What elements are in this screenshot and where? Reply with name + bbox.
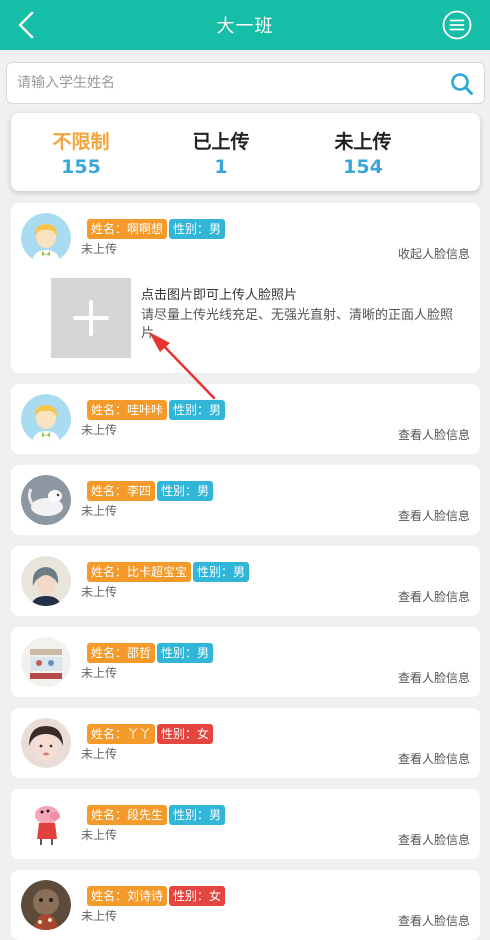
upload-tip: 请尽量上传光线充足、无强光直射、清晰的正面人脸照片 <box>141 308 454 341</box>
search-icon[interactable] <box>450 72 474 96</box>
gender-badge: 性别：男 <box>169 805 226 825</box>
filter-count: 154 <box>343 156 383 178</box>
student-card: 姓名：李四 性别：男 未上传 查看人脸信息 <box>11 465 480 535</box>
view-face-info-link[interactable]: 查看人脸信息 <box>398 750 470 767</box>
filter-not-uploaded[interactable]: 未上传 154 <box>303 127 423 178</box>
filter-label: 不限制 <box>52 131 110 153</box>
upload-status: 未上传 <box>81 585 118 599</box>
gender-badge: 性别：男 <box>157 481 214 501</box>
filter-count: 155 <box>61 156 101 178</box>
student-name-search-input[interactable] <box>17 71 437 95</box>
view-face-info-link[interactable]: 查看人脸信息 <box>398 426 470 443</box>
student-card: 姓名：啊啊想 性别：男 未上传 收起人脸信息 点击图片即可上传人脸照片 请尽量上传… <box>11 203 480 373</box>
student-name-badge: 姓名：李四 <box>87 481 156 501</box>
page-title: 大一班 <box>216 16 274 37</box>
upload-status: 未上传 <box>81 666 118 680</box>
student-card: 姓名：比卡超宝宝 性别：男 未上传 查看人脸信息 <box>11 546 480 616</box>
view-face-info-link[interactable]: 查看人脸信息 <box>398 588 470 605</box>
filter-all[interactable]: 不限制 155 <box>21 127 141 178</box>
view-face-info-link[interactable]: 查看人脸信息 <box>398 912 470 929</box>
student-card: 姓名：丫丫 性别：女 未上传 查看人脸信息 <box>11 708 480 778</box>
student-tags: 姓名：哇咔咔 性别：男 <box>87 399 227 420</box>
view-face-info-link[interactable]: 查看人脸信息 <box>398 669 470 686</box>
student-tags: 姓名：邵哲 性别：男 <box>87 642 215 663</box>
upload-status: 未上传 <box>81 504 118 518</box>
plus-icon <box>73 300 109 336</box>
student-name-badge: 姓名：邵哲 <box>87 643 156 663</box>
upload-status: 未上传 <box>81 242 118 256</box>
student-tags: 姓名：啊啊想 性别：男 <box>87 218 227 239</box>
upload-status: 未上传 <box>81 747 118 761</box>
top-bar: 大一班 <box>0 0 490 50</box>
student-tags: 姓名：李四 性别：男 <box>87 480 215 501</box>
upload-status-filter: 不限制 155 已上传 1 未上传 154 <box>11 113 480 191</box>
student-tags: 姓名：段先生 性别：男 <box>87 804 227 825</box>
upload-status: 未上传 <box>81 909 118 923</box>
filter-label: 未上传 <box>334 131 392 153</box>
upload-status: 未上传 <box>81 423 118 437</box>
student-name-badge: 姓名：段先生 <box>87 805 168 825</box>
avatar[interactable] <box>21 799 71 849</box>
avatar[interactable] <box>21 556 71 606</box>
view-face-info-link[interactable]: 查看人脸信息 <box>398 507 470 524</box>
gender-badge: 性别：男 <box>193 562 250 582</box>
student-card: 姓名：段先生 性别：男 未上传 查看人脸信息 <box>11 789 480 859</box>
student-name-badge: 姓名：比卡超宝宝 <box>87 562 192 582</box>
avatar[interactable] <box>21 880 71 930</box>
gender-badge: 性别：女 <box>157 724 214 744</box>
student-card: 姓名：哇咔咔 性别：男 未上传 查看人脸信息 <box>11 384 480 454</box>
avatar[interactable] <box>21 394 71 444</box>
student-tags: 姓名：比卡超宝宝 性别：男 <box>87 561 251 582</box>
gender-badge: 性别：男 <box>169 400 226 420</box>
avatar[interactable] <box>21 718 71 768</box>
menu-icon[interactable] <box>442 10 472 40</box>
avatar[interactable] <box>21 475 71 525</box>
student-card: 姓名：刘诗诗 性别：女 未上传 查看人脸信息 <box>11 870 480 940</box>
gender-badge: 性别：男 <box>169 219 226 239</box>
upload-photo-button[interactable] <box>51 278 131 358</box>
student-name-badge: 姓名：丫丫 <box>87 724 156 744</box>
gender-badge: 性别：女 <box>169 886 226 906</box>
avatar[interactable] <box>21 637 71 687</box>
filter-label: 已上传 <box>192 131 250 153</box>
student-tags: 姓名：刘诗诗 性别：女 <box>87 885 227 906</box>
filter-uploaded[interactable]: 已上传 1 <box>161 127 281 178</box>
filter-count: 1 <box>214 156 228 178</box>
collapse-face-info-link[interactable]: 收起人脸信息 <box>398 245 470 262</box>
avatar[interactable] <box>21 213 71 263</box>
student-name-badge: 姓名：刘诗诗 <box>87 886 168 906</box>
student-name-badge: 姓名：哇咔咔 <box>87 400 168 420</box>
student-card: 姓名：邵哲 性别：男 未上传 查看人脸信息 <box>11 627 480 697</box>
upload-status: 未上传 <box>81 828 118 842</box>
student-name-badge: 姓名：啊啊想 <box>87 219 168 239</box>
search-bar <box>6 62 485 104</box>
student-tags: 姓名：丫丫 性别：女 <box>87 723 215 744</box>
gender-badge: 性别：男 <box>157 643 214 663</box>
upload-hint: 点击图片即可上传人脸照片 <box>141 288 298 303</box>
view-face-info-link[interactable]: 查看人脸信息 <box>398 831 470 848</box>
